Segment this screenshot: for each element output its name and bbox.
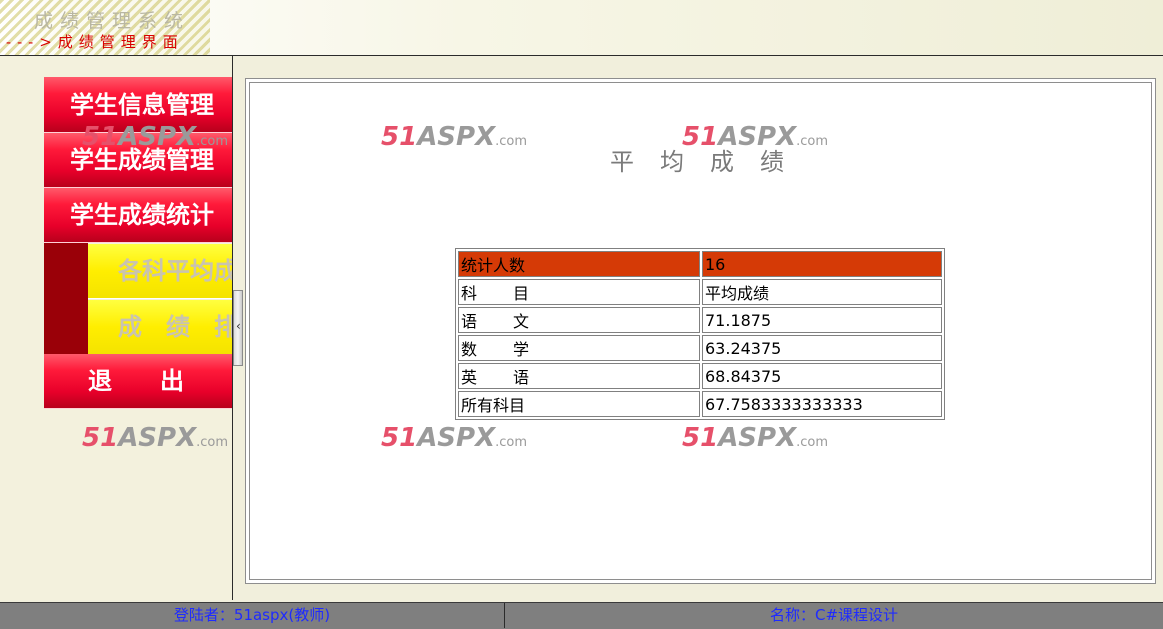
subject-cell: 数学 bbox=[458, 335, 700, 361]
table-row: 统计人数 16 bbox=[458, 251, 942, 277]
status-project-name: 名称：C#课程设计 bbox=[505, 603, 1163, 628]
sidebar-item-label: 退 出 bbox=[88, 367, 184, 395]
sidebar-item-exit[interactable]: 退 出 bbox=[44, 354, 232, 409]
name-value: C#课程设计 bbox=[814, 606, 899, 624]
watermark-logo: 51ASPX.com bbox=[82, 423, 229, 453]
sidebar-item-label: 学生信息管理 bbox=[70, 91, 214, 119]
submenu-indent-strip bbox=[44, 243, 88, 354]
table-row: 语文 71.1875 bbox=[458, 307, 942, 333]
submenu-item-label: 各科平均成绩 bbox=[118, 257, 232, 285]
page-title: 平均成绩 bbox=[610, 148, 810, 176]
submenu-item-label: 成 绩 排 名 bbox=[118, 313, 232, 341]
submenu-item-ranking[interactable]: 成 绩 排 名 bbox=[88, 300, 232, 355]
login-label: 登陆者： bbox=[173, 606, 234, 624]
average-header-cell: 平均成绩 bbox=[702, 279, 942, 305]
status-login: 登陆者：51aspx(教师) bbox=[0, 603, 505, 628]
table-row: 英语 68.84375 bbox=[458, 363, 942, 389]
count-label-cell: 统计人数 bbox=[458, 251, 700, 277]
name-label: 名称： bbox=[769, 606, 815, 624]
average-scores-table: 统计人数 16 科目 平均成绩 语文 71.1875 数学 63.24375 英… bbox=[455, 248, 945, 420]
watermark-logo: 51ASPX.com bbox=[381, 122, 528, 152]
login-user: 51aspx(教师) bbox=[233, 606, 331, 624]
subject-header-cell: 科目 bbox=[458, 279, 700, 305]
subject-cell: 所有科目 bbox=[458, 391, 700, 417]
app-header: 成绩管理系统 --->成绩管理界面 bbox=[0, 0, 1163, 56]
table-row: 所有科目 67.7583333333333 bbox=[458, 391, 942, 417]
sidebar-item-grade-stats[interactable]: 学生成绩统计 bbox=[44, 188, 232, 243]
average-cell: 63.24375 bbox=[702, 335, 942, 361]
table-row: 数学 63.24375 bbox=[458, 335, 942, 361]
status-bar: 登陆者：51aspx(教师) 名称：C#课程设计 bbox=[0, 602, 1163, 629]
table-row: 科目 平均成绩 bbox=[458, 279, 942, 305]
watermark-logo: 51ASPX.com bbox=[82, 122, 229, 152]
collapse-arrow-icon[interactable]: ‹ bbox=[236, 319, 241, 333]
watermark-logo: 51ASPX.com bbox=[381, 423, 528, 453]
page-subtitle: --->成绩管理界面 bbox=[6, 33, 184, 51]
sidebar-item-label: 学生成绩统计 bbox=[70, 201, 214, 229]
system-title: 成绩管理系统 bbox=[34, 10, 191, 32]
count-value-cell: 16 bbox=[702, 251, 942, 277]
average-cell: 68.84375 bbox=[702, 363, 942, 389]
subject-cell: 语文 bbox=[458, 307, 700, 333]
watermark-logo: 51ASPX.com bbox=[682, 423, 829, 453]
average-cell: 67.7583333333333 bbox=[702, 391, 942, 417]
submenu-item-average[interactable]: 各科平均成绩 bbox=[88, 244, 232, 299]
average-cell: 71.1875 bbox=[702, 307, 942, 333]
subject-cell: 英语 bbox=[458, 363, 700, 389]
